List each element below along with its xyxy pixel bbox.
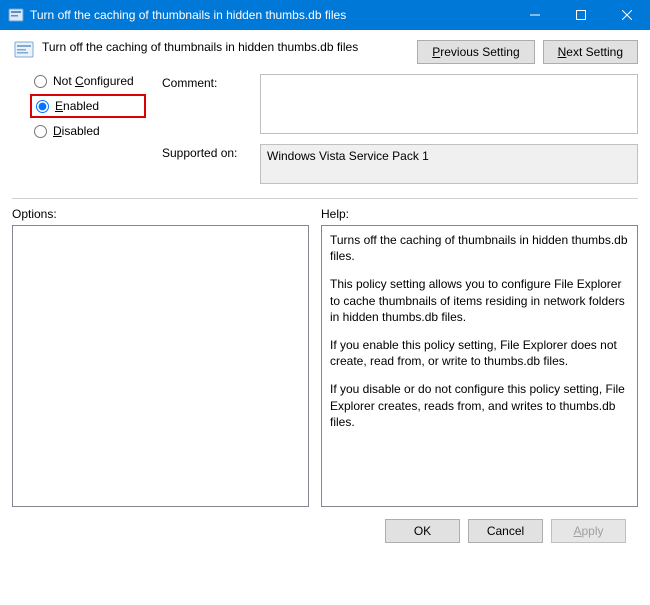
policy-title: Turn off the caching of thumbnails in hi… [42,38,417,54]
supported-on-box: Windows Vista Service Pack 1 [260,144,638,184]
radio-not-configured[interactable]: Not Configured [34,74,142,88]
minimize-button[interactable] [512,0,558,30]
gpedit-policy-icon [8,7,24,23]
previous-setting-button[interactable]: Previous Setting [417,40,534,64]
window-title: Turn off the caching of thumbnails in hi… [30,8,512,22]
radio-enabled-input[interactable] [36,100,49,113]
comment-textarea[interactable] [260,74,638,134]
window-buttons [512,0,650,30]
policy-icon [14,40,34,60]
apply-button[interactable]: Apply [551,519,626,543]
next-setting-button[interactable]: Next Setting [543,40,638,64]
cancel-button[interactable]: Cancel [468,519,543,543]
help-panel[interactable]: Turns off the caching of thumbnails in h… [321,225,638,507]
titlebar: Turn off the caching of thumbnails in hi… [0,0,650,30]
ok-button[interactable]: OK [385,519,460,543]
radio-disabled-input[interactable] [34,125,47,138]
supported-on-label: Supported on: [162,144,252,160]
help-label: Help: [321,207,638,221]
supported-on-value: Windows Vista Service Pack 1 [267,149,429,163]
help-paragraph: If you disable or do not configure this … [330,381,629,430]
divider [12,198,638,199]
help-paragraph: This policy setting allows you to config… [330,276,629,325]
close-button[interactable] [604,0,650,30]
radio-not-configured-input[interactable] [34,75,47,88]
help-paragraph: Turns off the caching of thumbnails in h… [330,232,629,264]
help-paragraph: If you enable this policy setting, File … [330,337,629,369]
comment-label: Comment: [162,74,252,90]
options-panel[interactable] [12,225,309,507]
radio-enabled[interactable]: Enabled [34,98,142,114]
maximize-button[interactable] [558,0,604,30]
options-label: Options: [12,207,309,221]
radio-disabled[interactable]: Disabled [34,124,142,138]
